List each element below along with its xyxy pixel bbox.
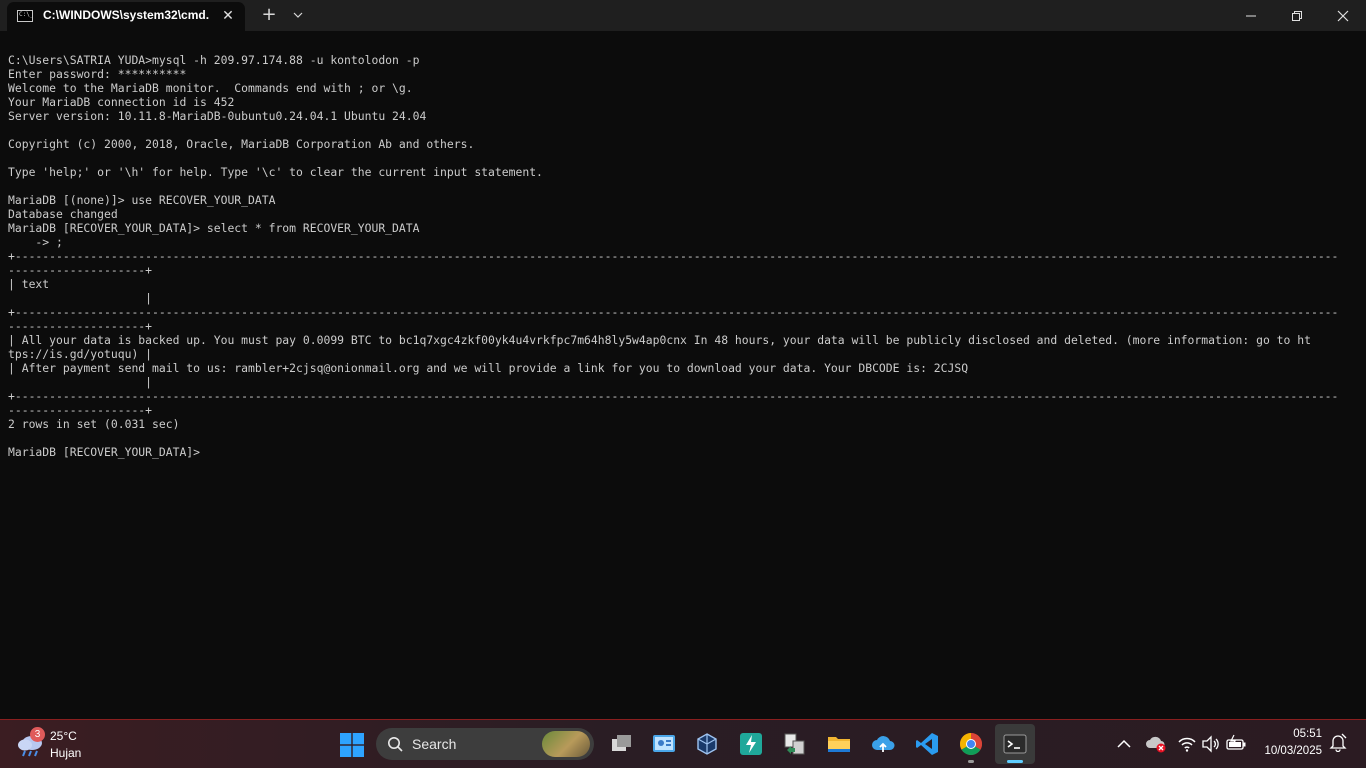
terminal-line: C:\Users\SATRIA YUDA>mysql -h 209.97.174… [8,53,420,67]
cloud-sync-button[interactable] [863,724,903,764]
show-hidden-icons-button[interactable] [1114,732,1136,756]
terminal-line: Welcome to the MariaDB monitor. Commands… [8,81,413,95]
terminal-line: MariaDB [(none)]> use RECOVER_YOUR_DATA [8,193,276,207]
terminal-line: Type 'help;' or '\h' for help. Type '\c'… [8,165,543,179]
windows-logo-icon [340,733,364,757]
battery-tray-button[interactable] [1225,732,1247,756]
title-bar[interactable]: C:\_ C:\WINDOWS\system32\cmd. ✕ + [0,0,1366,31]
minimize-button[interactable] [1228,0,1274,31]
terminal-icon [1003,734,1027,754]
terminal-line: 2 rows in set (0.031 sec) [8,417,180,431]
search-highlight-image [542,731,590,757]
tab-dropdown-button[interactable] [288,4,308,26]
terminal-line: | text [8,277,50,291]
restore-icon [1292,11,1302,21]
file-share-button[interactable] [775,724,815,764]
chrome-button[interactable] [951,724,991,764]
terminal-line: --------------------+ [8,263,153,277]
notifications-button[interactable] [1328,732,1352,756]
restore-button[interactable] [1274,0,1320,31]
cloud-error-icon [1146,736,1166,753]
close-icon [1337,10,1349,22]
onedrive-tray-button[interactable] [1146,732,1168,756]
chevron-up-icon [1117,739,1131,748]
weather-condition: Hujan [50,746,82,760]
terminal-line: Copyright (c) 2000, 2018, Oracle, MariaD… [8,137,475,151]
minimize-icon [1246,15,1256,17]
control-panel-button[interactable] [644,724,684,764]
weather-temperature: 25°C [50,729,77,743]
bell-icon [1329,733,1347,753]
terminal-line: Enter password: ********** [8,67,187,81]
terminal-line: tps://is.gd/yotuqu) | [8,347,153,361]
clock-date[interactable]: 10/03/2025 [1264,745,1322,757]
terminal-window: C:\_ C:\WINDOWS\system32\cmd. ✕ + C:\Use… [0,0,1366,720]
terminal-line: MariaDB [RECOVER_YOUR_DATA]> select * fr… [8,221,420,235]
close-window-button[interactable] [1320,0,1366,31]
terminal-line: --------------------+ [8,319,153,333]
volume-tray-button[interactable] [1201,732,1223,756]
vscode-icon [916,733,938,755]
task-view-button[interactable] [602,724,642,764]
active-indicator [1007,760,1023,763]
weather-badge: 3 [30,727,45,742]
file-explorer-icon [828,737,850,752]
new-tab-button[interactable]: + [258,4,280,26]
terminal-line: Server version: 10.11.8-MariaDB-0ubuntu0… [8,109,427,123]
tab-title: C:\WINDOWS\system32\cmd. [43,8,210,22]
battery-icon [1226,734,1246,750]
weather-widget[interactable]: 3 25°C Hujan [12,724,112,764]
running-indicator [968,760,974,763]
search-icon [388,737,403,752]
tab-cmd[interactable]: C:\_ C:\WINDOWS\system32\cmd. ✕ [7,2,245,31]
terminal-line: +---------------------------------------… [8,305,1339,319]
terminal-line: Your MariaDB connection id is 452 [8,95,235,109]
terminal-line: +---------------------------------------… [8,389,1339,403]
chrome-icon [960,733,982,755]
terminal-line: MariaDB [RECOVER_YOUR_DATA]> [8,445,201,459]
terminal-line: -> ; [8,235,63,249]
speedtest-button[interactable] [731,724,771,764]
speedtest-icon [740,733,762,755]
taskbar: 3 25°C Hujan Search 05:51 10/03/2025 [0,720,1366,768]
terminal-output[interactable]: C:\Users\SATRIA YUDA>mysql -h 209.97.174… [8,53,1348,713]
wifi-tray-button[interactable] [1177,732,1199,756]
chevron-down-icon [293,12,303,18]
terminal-line: | [8,375,153,389]
task-view-icon [612,735,631,751]
terminal-line: | After payment send mail to us: rambler… [8,361,969,375]
vscode-button[interactable] [907,724,947,764]
close-tab-button[interactable]: ✕ [218,6,238,26]
search-input[interactable]: Search [376,728,594,760]
control-panel-icon [653,735,675,752]
virtualbox-button[interactable] [687,724,727,764]
cmd-icon: C:\_ [17,10,33,22]
terminal-line: +---------------------------------------… [8,249,1339,263]
file-share-icon [784,733,805,755]
search-label: Search [412,736,457,752]
terminal-line: | [8,291,153,305]
terminal-button[interactable] [995,724,1035,764]
clock-time[interactable]: 05:51 [1293,728,1322,740]
terminal-line: Database changed [8,207,118,221]
file-explorer-button[interactable] [819,724,859,764]
wifi-icon [1178,737,1196,752]
speaker-icon [1202,735,1219,753]
terminal-line: --------------------+ [8,403,153,417]
virtualbox-icon [697,733,717,755]
terminal-line: | All your data is backed up. You must p… [8,333,1311,347]
start-button[interactable] [334,724,370,764]
cloud-sync-icon [872,736,895,752]
